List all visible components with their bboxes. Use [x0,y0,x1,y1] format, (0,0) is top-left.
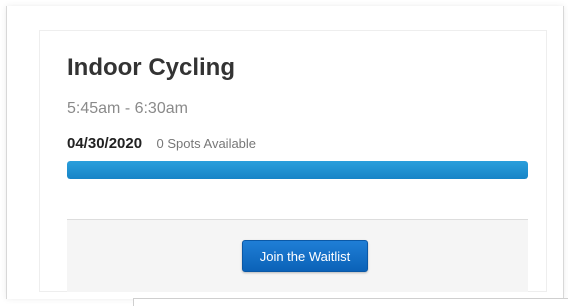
class-card: Indoor Cycling 5:45am - 6:30am 04/30/202… [39,30,547,292]
class-title: Indoor Cycling [67,54,235,81]
card-footer: Join the Waitlist [67,219,528,292]
spots-available: 0 Spots Available [156,136,257,151]
class-date: 04/30/2020 [67,135,143,152]
capacity-progress-fill [67,161,528,179]
screenshot-frame: Indoor Cycling 5:45am - 6:30am 04/30/202… [6,6,564,299]
capacity-progress-bar [67,161,528,179]
class-time: 5:45am - 6:30am [67,100,188,117]
date-row: 04/30/2020 0 Spots Available [67,134,256,154]
join-waitlist-button[interactable]: Join the Waitlist [242,240,368,272]
